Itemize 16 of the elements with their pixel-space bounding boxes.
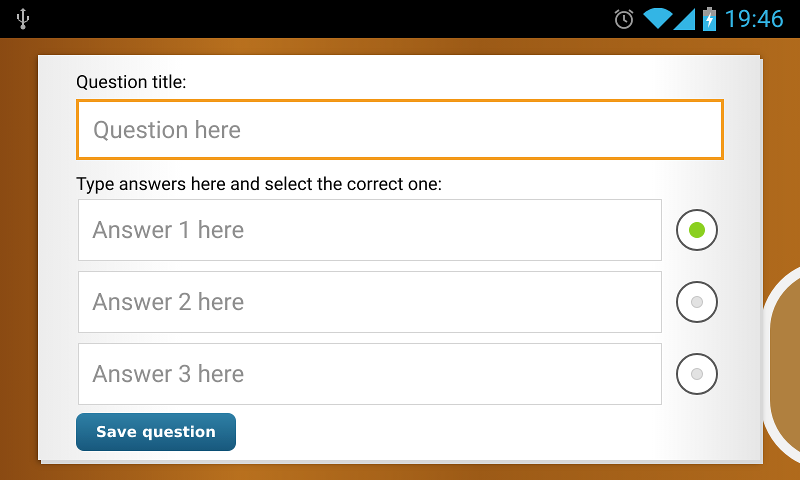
correct-answer-radio[interactable]	[676, 281, 718, 323]
usb-icon	[16, 8, 30, 30]
answer-input-field[interactable]: Answer 2 here	[78, 271, 662, 333]
question-title-label: Question title:	[76, 71, 188, 95]
answer-input-field[interactable]: Answer 3 here	[78, 343, 662, 405]
answers-instruction-label: Type answers here and select the correct one:	[76, 173, 443, 197]
battery-charging-icon	[703, 7, 716, 31]
correct-answer-radio[interactable]	[676, 209, 718, 251]
alarm-clock-icon	[613, 8, 636, 30]
signal-icon	[673, 8, 696, 30]
question-input-field[interactable]: Question here	[76, 99, 724, 160]
save-question-button[interactable]: Save question	[76, 413, 236, 451]
correct-answer-radio[interactable]	[676, 353, 718, 395]
answer-input-field[interactable]: Answer 1 here	[78, 199, 662, 261]
status-time: 19:46	[724, 7, 784, 31]
wifi-icon	[643, 8, 674, 30]
